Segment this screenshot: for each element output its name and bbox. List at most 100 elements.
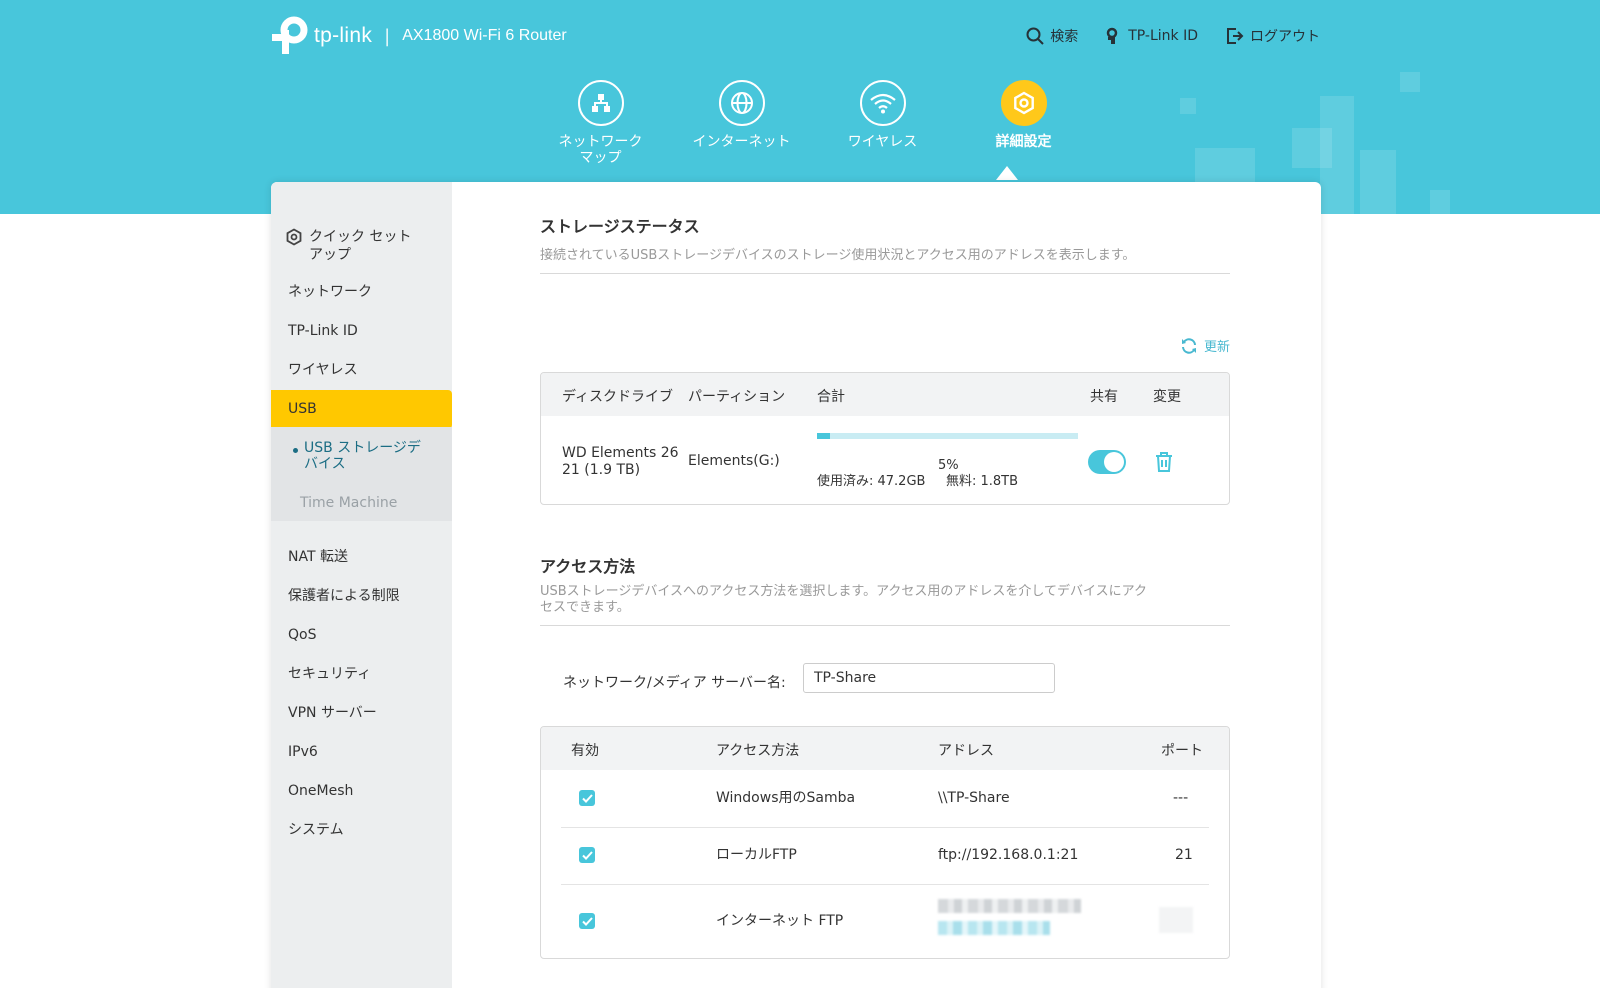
enable-checkbox[interactable] — [579, 847, 595, 863]
refresh-label: 更新 — [1203, 340, 1230, 355]
usb-submenu: USB ストレージデ バイス Time Machine — [271, 427, 452, 521]
sidebar: クイック セット アップ ネットワーク TP-Link ID ワイヤレス USB… — [271, 182, 452, 988]
server-name-label: ネットワーク/メディア サーバー名: — [563, 675, 786, 691]
header-decoration — [1180, 98, 1196, 114]
sidebar-item-system[interactable]: システム — [271, 821, 452, 839]
header-decoration — [1400, 72, 1420, 92]
enable-checkbox[interactable] — [579, 913, 595, 929]
check-icon — [581, 916, 593, 926]
search-button[interactable]: 検索 — [1026, 26, 1078, 46]
submenu-time-machine[interactable]: Time Machine — [300, 495, 450, 511]
tplink-id-label: TP-Link ID — [1128, 28, 1198, 44]
enable-checkbox[interactable] — [579, 790, 595, 806]
wifi-icon — [859, 80, 906, 126]
sidebar-item-wireless[interactable]: ワイヤレス — [271, 361, 452, 379]
logout-label: ログアウト — [1250, 29, 1320, 45]
brand-name: tp-link — [314, 24, 373, 47]
gear-icon — [286, 228, 302, 246]
nav-internet[interactable]: インターネット — [671, 80, 812, 166]
submenu-usb-storage-label: USB ストレージデ バイス — [304, 440, 421, 472]
column-header-total: 合計 — [817, 389, 845, 405]
submenu-usb-storage[interactable]: USB ストレージデ バイス — [293, 440, 443, 472]
column-header-modify: 変更 — [1153, 389, 1181, 405]
nav-internet-label: インターネット — [692, 134, 791, 150]
access-address: \\TP-Share — [938, 790, 1010, 806]
access-method-name: インターネット FTP — [716, 913, 844, 929]
storage-usage-fill — [817, 433, 831, 439]
globe-icon — [718, 80, 765, 126]
storage-status-title: ストレージステータス — [540, 217, 700, 236]
sidebar-item-onemesh[interactable]: OneMesh — [271, 782, 452, 800]
brand-separator: | — [384, 25, 391, 47]
storage-table-header: ディスクドライブ パーティション 合計 共有 変更 — [541, 373, 1229, 416]
header-decoration — [1360, 150, 1396, 214]
redacted-port — [1159, 907, 1193, 933]
brand-header: tp-link | AX1800 Wi-Fi 6 Router — [270, 16, 567, 56]
header-decoration — [1430, 190, 1450, 214]
nav-network-map[interactable]: ネットワーク マップ — [530, 80, 671, 166]
access-method-description: USBストレージデバイスへのアクセス方法を選択します。アクセス用のアドレスを介し… — [540, 584, 1148, 615]
logout-button[interactable]: ログアウト — [1226, 26, 1320, 46]
column-header-access-method: アクセス方法 — [716, 743, 800, 759]
main-nav: ネットワーク マップ インターネット ワイヤレス 詳細設定 — [530, 80, 1094, 166]
usage-percent: 5% — [938, 458, 959, 473]
access-table-header: 有効 アクセス方法 アドレス ポート — [541, 727, 1229, 770]
access-method-title: アクセス方法 — [540, 557, 636, 576]
storage-status-description: 接続されているUSBストレージデバイスのストレージ使用状況とアクセス用のアドレス… — [540, 248, 1136, 263]
nav-wireless[interactable]: ワイヤレス — [812, 80, 953, 166]
access-table: 有効 アクセス方法 アドレス ポート Windows用のSamba \\TP-S… — [540, 726, 1230, 959]
share-toggle[interactable] — [1088, 450, 1126, 474]
used-space: 使用済み: 47.2GB — [817, 474, 926, 489]
access-port: --- — [1173, 790, 1189, 806]
sidebar-item-nat[interactable]: NAT 転送 — [271, 548, 452, 566]
search-icon — [1026, 27, 1044, 45]
nav-advanced[interactable]: 詳細設定 — [953, 80, 1094, 166]
sidebar-item-security[interactable]: セキュリティ — [271, 665, 452, 683]
nav-network-map-label: ネットワーク マップ — [558, 134, 643, 166]
column-header-disk: ディスクドライブ — [562, 389, 674, 405]
top-actions: 検索 TP-Link ID ログアウト — [1026, 26, 1320, 46]
column-header-share: 共有 — [1090, 389, 1118, 405]
delete-button[interactable] — [1154, 451, 1174, 477]
router-model: AX1800 Wi-Fi 6 Router — [402, 27, 567, 44]
tplink-id-icon — [1106, 27, 1118, 44]
redacted-address-link — [938, 921, 1050, 935]
sidebar-item-qos[interactable]: QoS — [271, 626, 452, 644]
settings-card: クイック セット アップ ネットワーク TP-Link ID ワイヤレス USB… — [271, 182, 1321, 988]
sidebar-item-parental-controls[interactable]: 保護者による制限 — [271, 587, 452, 605]
access-method-name: Windows用のSamba — [716, 790, 856, 806]
access-port: 21 — [1175, 847, 1193, 863]
nav-wireless-label: ワイヤレス — [847, 134, 918, 150]
section-divider — [540, 273, 1230, 274]
sidebar-item-quick-setup[interactable]: クイック セット アップ — [271, 228, 452, 264]
sidebar-item-network[interactable]: ネットワーク — [271, 283, 452, 301]
row-divider — [561, 827, 1209, 828]
free-space: 無料: 1.8TB — [946, 474, 1019, 489]
sidebar-item-usb[interactable]: USB — [271, 390, 452, 429]
column-header-partition: パーティション — [688, 389, 786, 405]
access-method-name: ローカルFTP — [716, 847, 797, 863]
storage-usage-bar — [817, 433, 1078, 439]
section-divider — [540, 625, 1230, 626]
sidebar-item-tplink-id[interactable]: TP-Link ID — [271, 322, 452, 340]
sidebar-item-vpn-server[interactable]: VPN サーバー — [271, 704, 452, 722]
server-name-input[interactable] — [803, 663, 1055, 693]
access-address: ftp://192.168.0.1:21 — [938, 847, 1079, 863]
logout-icon — [1227, 28, 1244, 44]
gear-icon — [1000, 80, 1047, 126]
check-icon — [581, 793, 593, 803]
row-divider — [561, 884, 1209, 885]
toggle-knob — [1104, 452, 1124, 472]
tplink-id-button[interactable]: TP-Link ID — [1106, 27, 1198, 45]
network-map-icon — [577, 80, 624, 126]
column-header-port: ポート — [1161, 743, 1203, 759]
selected-bullet-icon — [293, 448, 298, 453]
partition-name: Elements(G:) — [688, 453, 780, 469]
nav-advanced-label: 詳細設定 — [995, 134, 1052, 150]
refresh-button[interactable]: 更新 — [1180, 336, 1230, 355]
redacted-address — [938, 899, 1081, 913]
refresh-icon — [1181, 337, 1196, 354]
search-label: 検索 — [1050, 29, 1079, 45]
header-decoration — [1320, 96, 1354, 214]
sidebar-item-ipv6[interactable]: IPv6 — [271, 743, 452, 761]
